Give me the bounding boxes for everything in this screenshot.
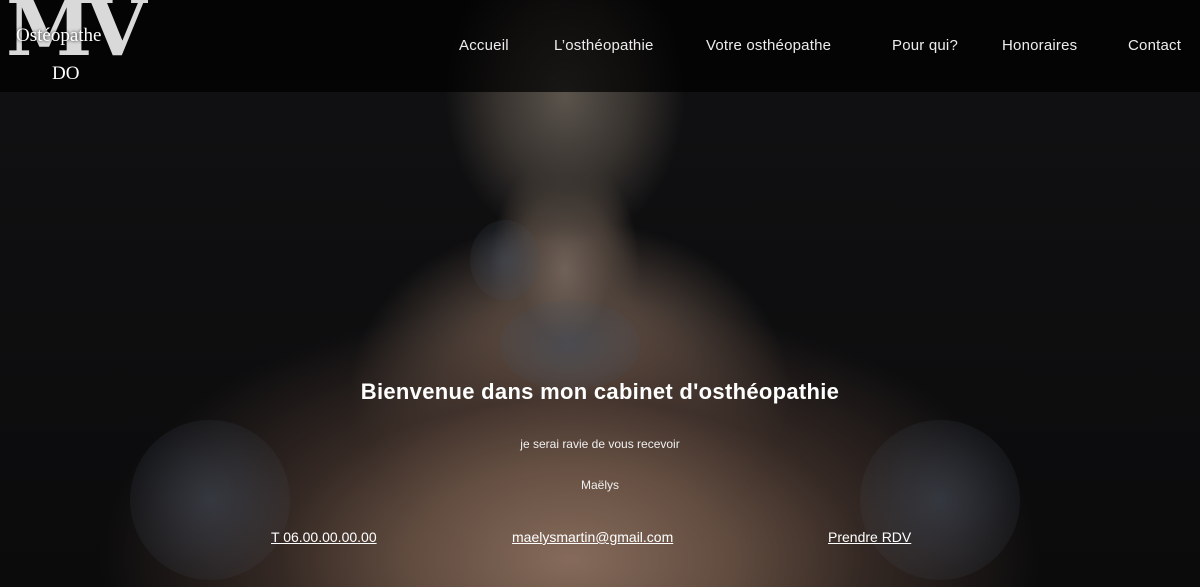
main-nav: Accueil L’osthéopathie Votre osthéopathe… bbox=[0, 37, 1200, 57]
email-link[interactable]: maelysmartin@gmail.com bbox=[512, 529, 673, 545]
nav-item-honoraires[interactable]: Honoraires bbox=[1002, 37, 1077, 54]
nav-item-contact[interactable]: Contact bbox=[1128, 37, 1181, 54]
top-navigation-bar: MV Ostéopathe DO Accueil L’osthéopathie … bbox=[0, 0, 1200, 92]
hero-subline: je serai ravie de vous recevoir bbox=[520, 437, 680, 451]
back-tattoo bbox=[500, 300, 640, 390]
phone-link[interactable]: T 06.00.00.00.00 bbox=[271, 529, 377, 545]
neck-tattoo bbox=[470, 220, 540, 300]
book-appointment-link[interactable]: Prendre RDV bbox=[828, 529, 911, 545]
logo-subtitle: DO bbox=[52, 63, 80, 84]
hero-signature: Maëlys bbox=[580, 478, 619, 492]
nav-item-votre-osteopathe[interactable]: Votre osthéopathe bbox=[706, 37, 831, 54]
nav-item-pour-qui[interactable]: Pour qui? bbox=[892, 37, 958, 54]
hero-headline: Bienvenue dans mon cabinet d'osthéopathi… bbox=[360, 379, 840, 404]
nav-item-accueil[interactable]: Accueil bbox=[459, 37, 509, 54]
nav-item-osteopathie[interactable]: L’osthéopathie bbox=[554, 37, 654, 54]
